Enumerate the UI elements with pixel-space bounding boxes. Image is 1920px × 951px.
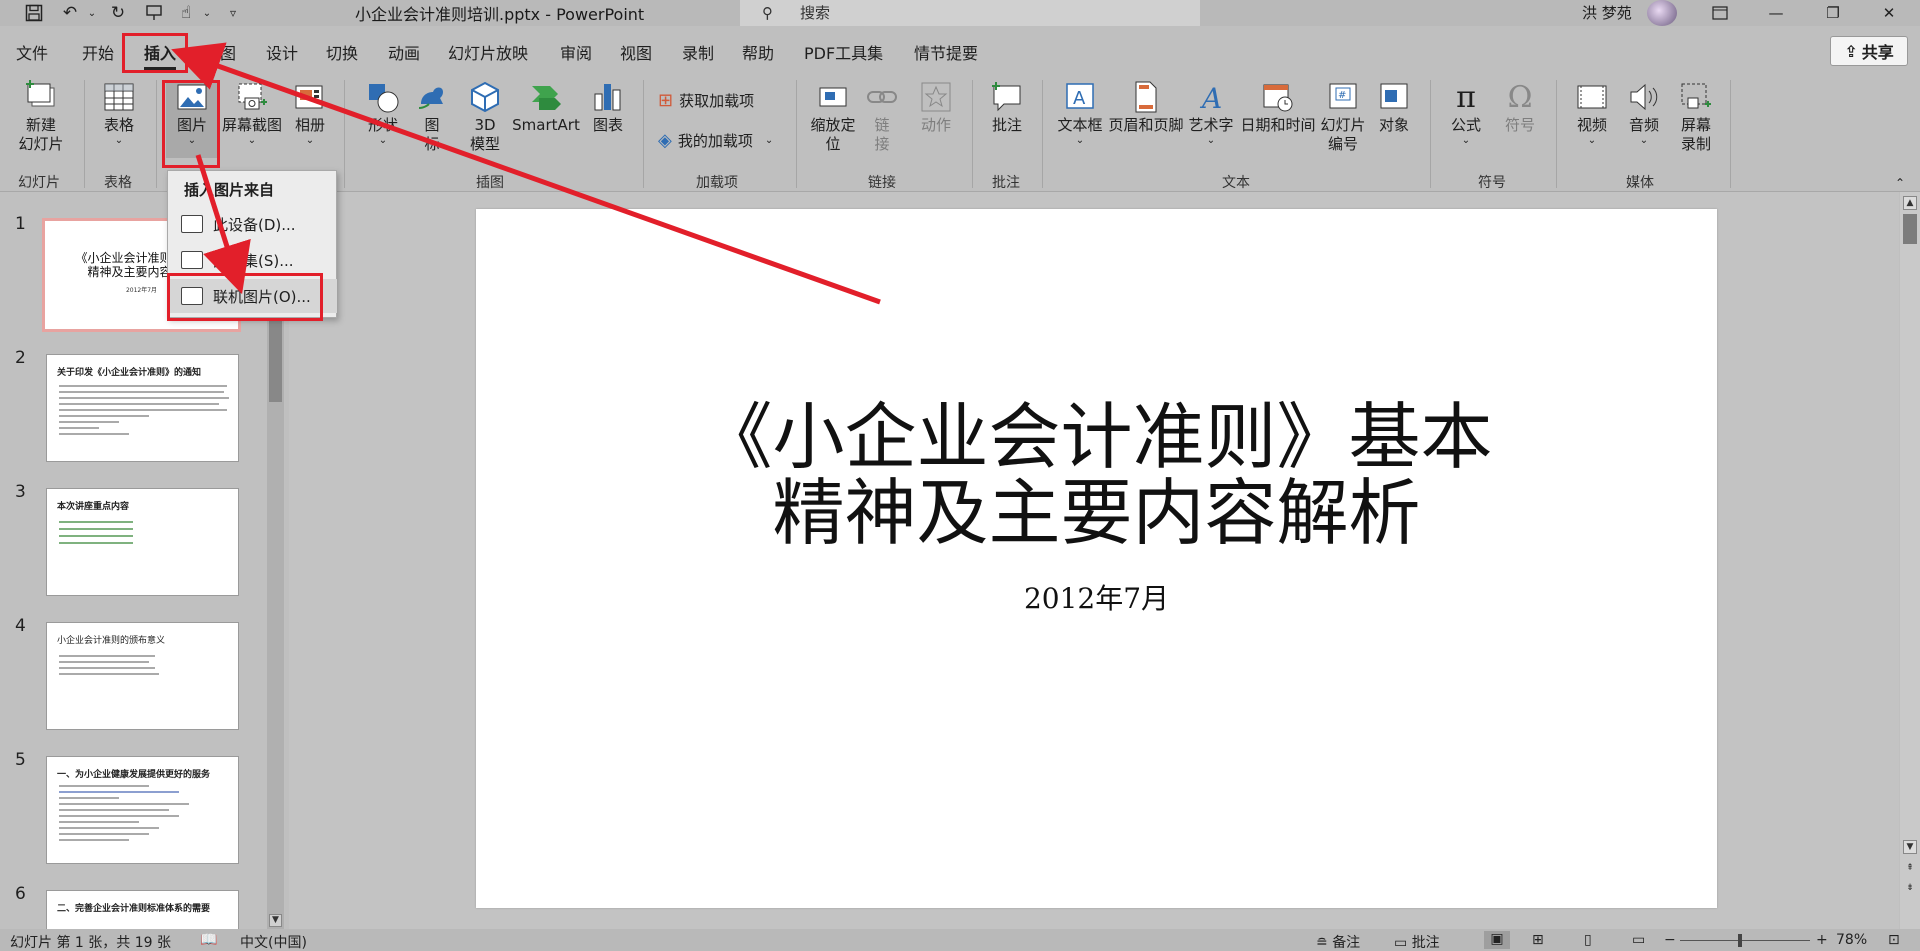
normal-view-icon[interactable]: ▣ (1484, 931, 1510, 949)
annotation-arrow (171, 42, 881, 305)
notes-label: 备注 (1332, 935, 1361, 951)
zoom-in-icon[interactable]: + (1816, 932, 1828, 948)
zoom-slider-handle[interactable] (1738, 934, 1742, 947)
zoom-out-icon[interactable]: − (1664, 932, 1676, 948)
fit-to-window-icon[interactable]: ⊡ (1888, 932, 1900, 948)
language[interactable]: 中文(中国) (240, 932, 307, 951)
comments-button[interactable]: ▭ 批注 (1394, 932, 1440, 951)
slide-sorter-icon[interactable]: ⊞ (1532, 932, 1544, 948)
zoom-slider[interactable] (1680, 940, 1810, 941)
notes-button[interactable]: ≘ 备注 (1316, 932, 1360, 951)
slide-count: 幻灯片 第 1 张，共 19 张 (10, 935, 171, 951)
annotation-arrow (195, 154, 251, 295)
comments-label: 批注 (1411, 935, 1440, 951)
notes-icon: ≘ (1316, 935, 1328, 951)
status-bar: 幻灯片 第 1 张，共 19 张 📖 中文(中国) ≘ 备注 ▭ 批注 ▣ ⊞ … (0, 929, 1920, 951)
spellcheck-icon[interactable]: 📖 (200, 932, 217, 948)
comment-icon: ▭ (1394, 935, 1408, 951)
zoom-level[interactable]: 78% (1836, 932, 1867, 948)
reading-view-icon[interactable]: ▯ (1584, 932, 1592, 948)
slideshow-icon[interactable]: ▭ (1632, 932, 1645, 948)
annotation-arrows (171, 42, 881, 305)
